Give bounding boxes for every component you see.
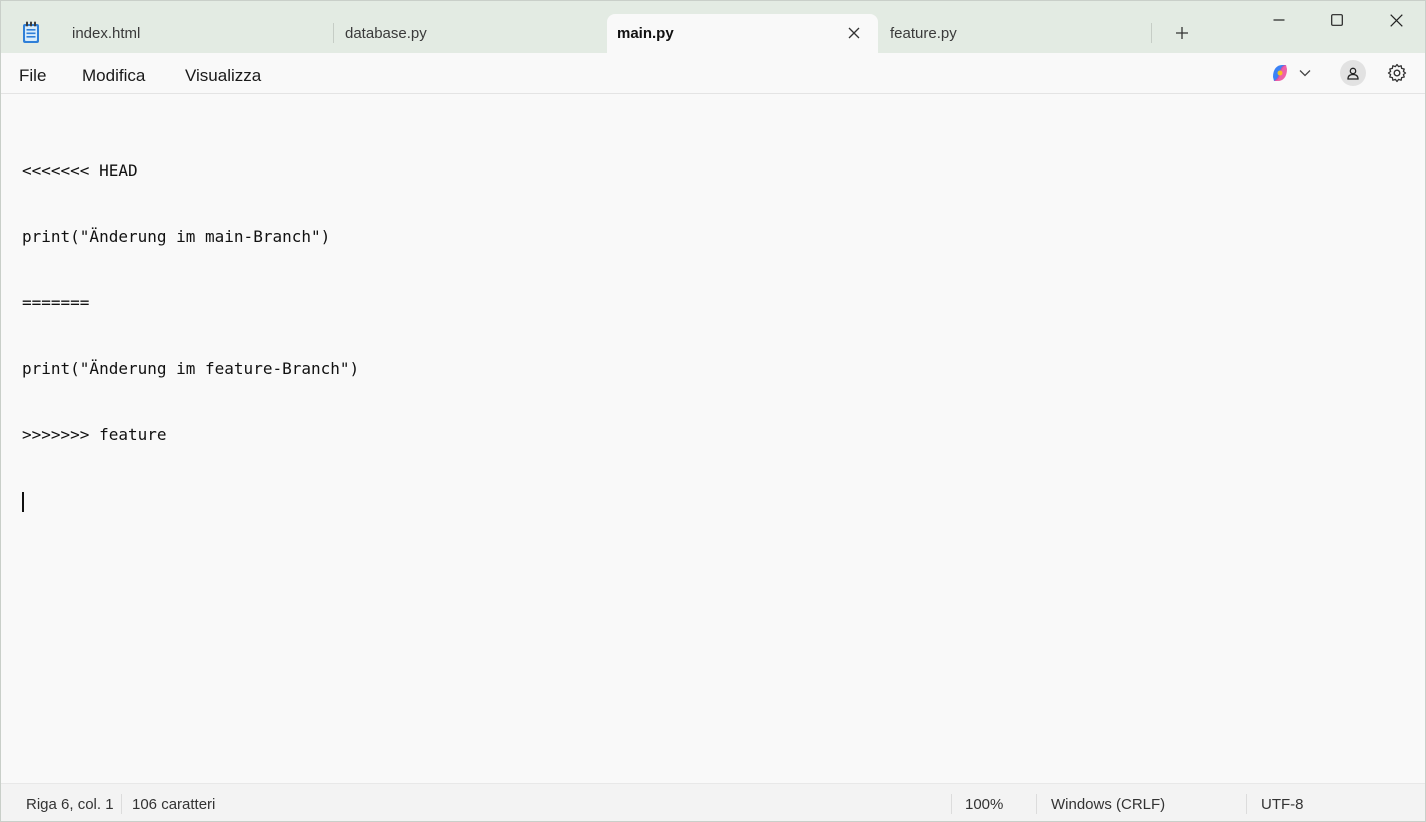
tab-label: index.html	[72, 25, 141, 42]
close-window-button[interactable]	[1381, 7, 1411, 33]
tab-label: feature.py	[890, 25, 957, 42]
menu-bar: File Modifica Visualizza	[1, 53, 1425, 94]
tab-main-py[interactable]: main.py	[607, 14, 878, 53]
maximize-button[interactable]	[1322, 7, 1352, 33]
close-icon	[848, 27, 860, 39]
editor-content[interactable]: <<<<<<< HEAD print("Änderung im main-Bra…	[22, 116, 359, 556]
code-line: <<<<<<< HEAD	[22, 161, 138, 180]
gear-icon	[1387, 63, 1407, 83]
tab-database-py[interactable]: database.py	[345, 14, 600, 53]
notepad-window: index.html database.py main.py feature.p…	[0, 0, 1426, 822]
code-line-current	[22, 490, 359, 512]
title-bar: index.html database.py main.py feature.p…	[1, 1, 1425, 53]
copilot-button[interactable]	[1269, 62, 1317, 84]
new-tab-button[interactable]	[1170, 21, 1194, 45]
text-editor[interactable]: <<<<<<< HEAD print("Änderung im main-Bra…	[1, 94, 1425, 783]
text-caret	[22, 492, 24, 512]
cursor-position: Riga 6, col. 1	[26, 796, 114, 813]
code-line: print("Änderung im feature-Branch")	[22, 359, 360, 378]
chevron-down-icon	[1299, 70, 1311, 77]
minimize-icon	[1273, 19, 1285, 21]
plus-icon	[1176, 27, 1188, 39]
minimize-button[interactable]	[1264, 7, 1294, 33]
code-line: >>>>>>> feature	[22, 425, 167, 444]
code-line: =======	[22, 293, 90, 312]
menu-view[interactable]: Visualizza	[185, 66, 261, 86]
line-ending[interactable]: Windows (CRLF)	[1051, 796, 1165, 813]
tab-index-html[interactable]: index.html	[72, 14, 327, 53]
menu-file[interactable]: File	[19, 66, 46, 86]
account-button[interactable]	[1340, 60, 1366, 86]
maximize-icon	[1331, 14, 1343, 26]
status-separator	[121, 794, 122, 814]
close-icon	[1389, 13, 1403, 27]
close-tab-button[interactable]	[844, 23, 864, 43]
status-separator	[1036, 794, 1037, 814]
zoom-level[interactable]: 100%	[965, 796, 1003, 813]
notepad-icon	[23, 21, 39, 43]
tab-label: main.py	[617, 25, 674, 42]
menu-edit[interactable]: Modifica	[82, 66, 145, 86]
tab-separator	[1151, 23, 1152, 43]
account-icon	[1347, 67, 1359, 80]
status-separator	[1246, 794, 1247, 814]
tab-separator	[333, 23, 334, 43]
encoding[interactable]: UTF-8	[1261, 796, 1304, 813]
code-line: print("Änderung im main-Branch")	[22, 227, 331, 246]
status-bar: Riga 6, col. 1 106 caratteri 100% Window…	[1, 783, 1425, 821]
settings-button[interactable]	[1385, 61, 1409, 85]
tab-label: database.py	[345, 25, 427, 42]
character-count: 106 caratteri	[132, 796, 216, 813]
tab-feature-py[interactable]: feature.py	[890, 14, 1145, 53]
copilot-icon	[1273, 65, 1287, 81]
status-separator	[951, 794, 952, 814]
